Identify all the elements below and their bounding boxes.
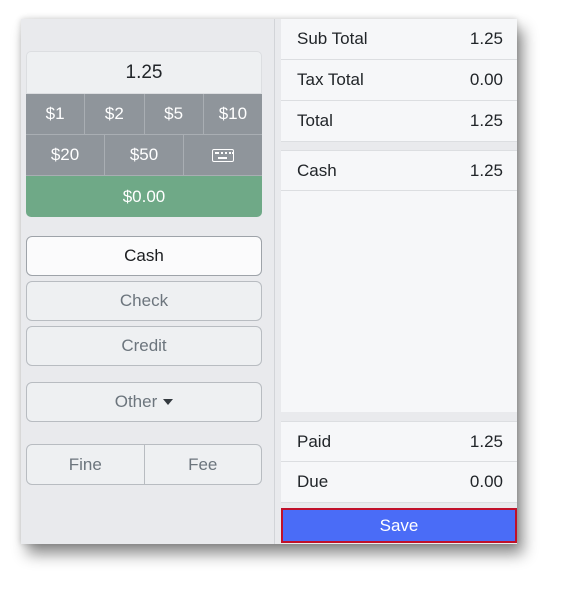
keyboard-icon (212, 148, 234, 162)
tender-credit-button[interactable]: Credit (26, 326, 262, 366)
quick-amount-5-button[interactable]: $5 (144, 94, 204, 135)
summary-panel: Sub Total 1.25 Tax Total 0.00 Total 1.25… (281, 19, 517, 544)
subtotal-value: 1.25 (469, 29, 503, 48)
fine-button[interactable]: Fine (27, 445, 144, 484)
panel-divider (274, 19, 275, 544)
quick-amount-20-button[interactable]: $20 (26, 135, 105, 176)
subtotal-label: Sub Total (297, 29, 368, 48)
paid-row: Paid 1.25 (281, 421, 517, 462)
tender-other-dropdown[interactable]: Other (26, 382, 262, 422)
total-value: 1.25 (469, 111, 503, 130)
subtotal-row: Sub Total 1.25 (281, 19, 517, 60)
paid-value: 1.25 (469, 431, 503, 451)
tender-cash-button[interactable]: Cash (26, 236, 262, 276)
paid-label: Paid (297, 431, 332, 451)
quick-amount-row: $20 $50 (26, 135, 262, 176)
total-row: Total 1.25 (281, 101, 517, 142)
payment-method-label: Cash (297, 160, 337, 180)
caret-down-icon (163, 399, 174, 405)
change-due-display: $0.00 (26, 176, 262, 217)
tax-total-row: Tax Total 0.00 (281, 60, 517, 101)
quick-amount-50-button[interactable]: $50 (105, 135, 184, 176)
total-label: Total (297, 111, 333, 130)
tax-total-label: Tax Total (297, 70, 364, 89)
tender-other-label: Other (114, 392, 158, 411)
keypad-button[interactable] (184, 135, 262, 176)
payment-dialog: 1.25 $1 $2 $5 $10 $20 $50 $0.00 Cash Che… (21, 19, 517, 544)
tender-check-button[interactable]: Check (26, 281, 262, 321)
payment-amount-value: 1.25 (469, 160, 503, 180)
fee-button[interactable]: Fee (143, 445, 262, 484)
quick-amount-1-button[interactable]: $1 (26, 94, 86, 135)
payment-line-item[interactable]: Cash 1.25 (281, 150, 517, 191)
save-button[interactable]: Save (281, 508, 517, 543)
due-row: Due 0.00 (281, 462, 517, 503)
due-value: 0.00 (469, 472, 503, 491)
quick-amount-2-button[interactable]: $2 (85, 94, 145, 135)
adjustment-button-group: Fine Fee (26, 444, 262, 485)
tender-panel: 1.25 $1 $2 $5 $10 $20 $50 $0.00 Cash Che… (21, 19, 274, 544)
tender-amount-display[interactable]: 1.25 (26, 51, 262, 94)
tax-total-value: 0.00 (469, 70, 503, 89)
quick-amount-10-button[interactable]: $10 (203, 94, 262, 135)
payments-list-area (281, 191, 517, 412)
due-label: Due (297, 472, 329, 491)
quick-amount-row: $1 $2 $5 $10 (26, 94, 262, 135)
